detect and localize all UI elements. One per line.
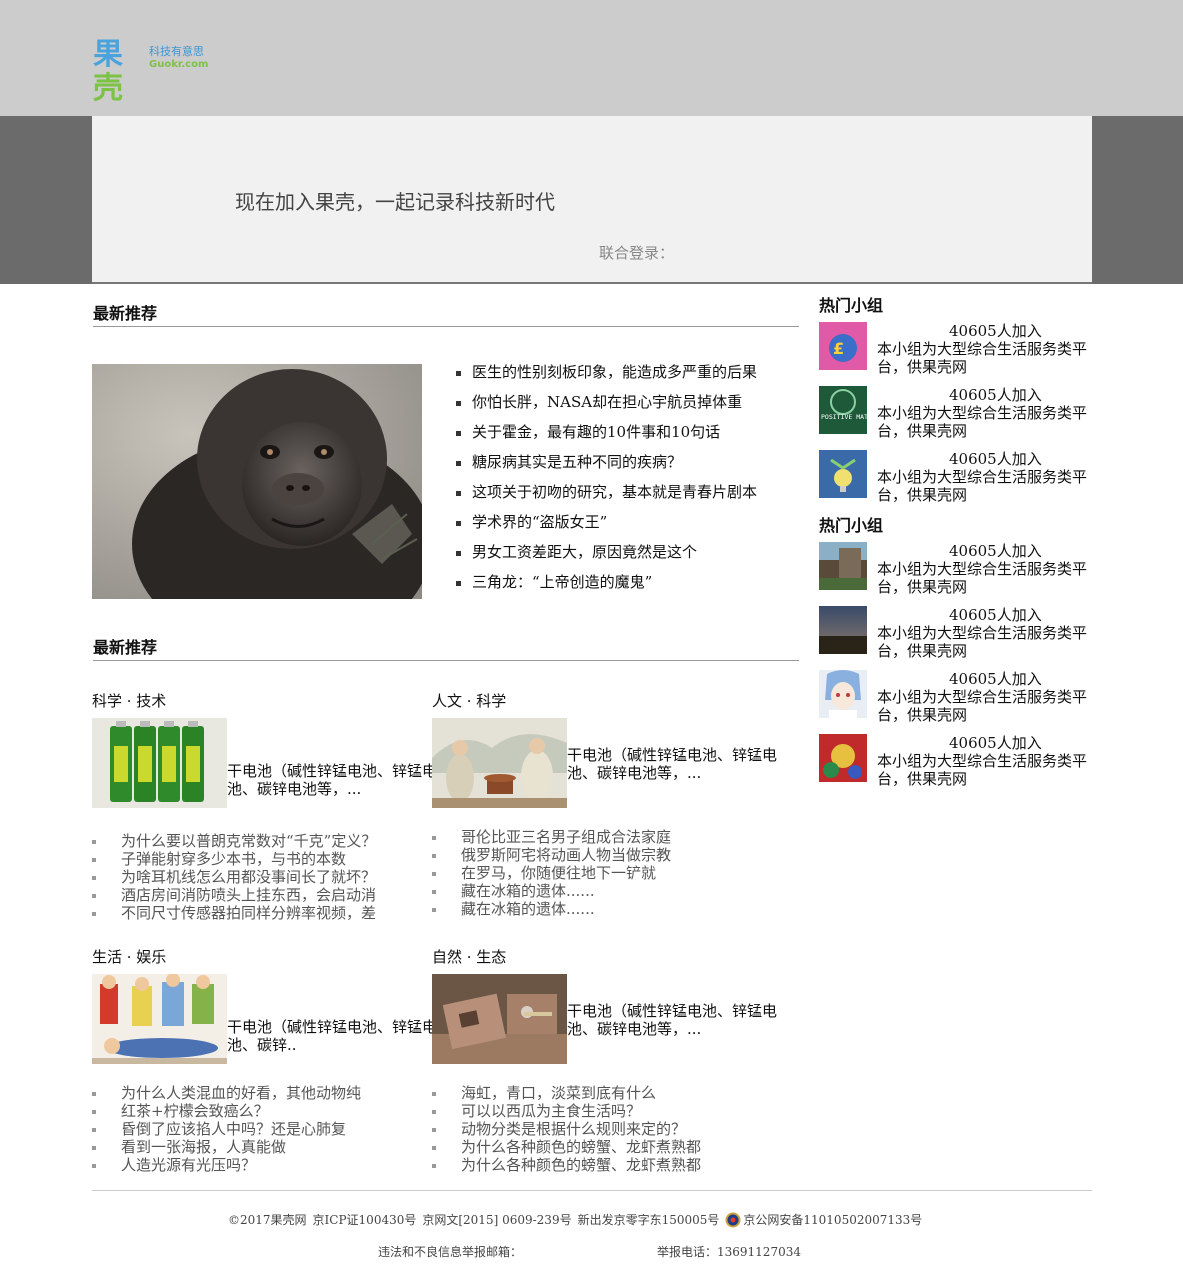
category-description[interactable]: 干电池（碱性锌锰电池、锌锰电池、碳锌..	[227, 1018, 458, 1054]
group-item[interactable]: POSITIVE MATCH 40605人加入 本小组为大型综合生活服务类平台，…	[819, 386, 1089, 440]
categories-section-title: 最新推荐	[93, 638, 799, 661]
social-login-label: 联合登录：	[599, 244, 675, 262]
group-item[interactable]: 40605人加入 本小组为大型综合生活服务类平台，供果壳网	[819, 542, 1089, 596]
category-article-link[interactable]: 为啥耳机线怎么用都没事间长了就坏？	[92, 868, 422, 886]
latest-section-title: 最新推荐	[93, 304, 799, 327]
category-article-link[interactable]: 酒店房间消防喷头上挂东西，会启动消	[92, 886, 422, 904]
group-item[interactable]: 40605人加入 本小组为大型综合生活服务类平台，供果壳网	[819, 670, 1089, 724]
category-article-link[interactable]: 俄罗斯阿宅将动画人物当做宗教	[432, 846, 762, 864]
category-description[interactable]: 干电池（碱性锌锰电池、锌锰电池、碳锌电池等，...	[567, 1002, 798, 1038]
header-bar: 果壳 科技有意思 Guokr.com	[0, 0, 1183, 116]
cartoon-image[interactable]	[92, 974, 227, 1064]
group-item[interactable]: 40605人加入 本小组为大型综合生活服务类平台，供果壳网	[819, 450, 1089, 504]
category-article-link[interactable]: 哥伦比亚三名男子组成合法家庭	[432, 828, 762, 846]
group-description: 本小组为大型综合生活服务类平台，供果壳网	[877, 752, 1088, 788]
logo-slogan: 科技有意思	[149, 45, 204, 58]
group-thumbnail[interactable]	[819, 542, 867, 590]
craft-image[interactable]	[432, 974, 567, 1064]
category-description[interactable]: 干电池（碱性锌锰电池、锌锰电池、碳锌电池等，...	[227, 762, 458, 798]
logo-mark: 果壳	[93, 37, 123, 106]
category-article-list: 哥伦比亚三名男子组成合法家庭 俄罗斯阿宅将动画人物当做宗教 在罗马，你随便往地下…	[432, 828, 762, 918]
category-article-link[interactable]: 为什么各种颜色的螃蟹、龙虾煮熟都	[432, 1156, 762, 1174]
group-thumbnail[interactable]	[819, 606, 867, 654]
battery-image[interactable]	[92, 718, 227, 808]
category-article-link[interactable]: 看到一张海报，人真能做	[92, 1138, 422, 1156]
category-article-link[interactable]: 藏在冰箱的遗体......	[432, 882, 762, 900]
featured-article-link[interactable]: 医生的性别刻板印象，能造成多严重的后果	[456, 360, 757, 390]
icp-license-link[interactable]: 京ICP证100430号	[313, 1213, 417, 1227]
group-thumbnail[interactable]	[819, 734, 867, 782]
category-description[interactable]: 干电池（碱性锌锰电池、锌锰电池、碳锌电池等，...	[567, 746, 798, 782]
group-member-count: 40605人加入	[949, 606, 1042, 624]
svg-text:POSITIVE MATCH: POSITIVE MATCH	[821, 413, 867, 421]
report-phone-text: 举报电话：13691127034	[657, 1245, 801, 1259]
police-badge-icon	[725, 1212, 741, 1228]
group-description: 本小组为大型综合生活服务类平台，供果壳网	[877, 560, 1088, 596]
featured-article-link[interactable]: 你怕长胖，NASA却在担心宇航员掉体重	[456, 390, 757, 420]
group-description: 本小组为大型综合生活服务类平台，供果壳网	[877, 688, 1088, 724]
footer-divider	[92, 1190, 1092, 1191]
group-member-count: 40605人加入	[949, 670, 1042, 688]
wenwang-license-link[interactable]: 京网文[2015] 0609-239号	[422, 1213, 571, 1227]
hot-groups-title: 热门小组	[819, 516, 884, 535]
category-title[interactable]: 自然 · 生态	[432, 946, 506, 967]
category-article-link[interactable]: 动物分类是根据什么规则来定的？	[432, 1120, 762, 1138]
category-article-link[interactable]: 子弹能射穿多少本书，与书的本数	[92, 850, 422, 868]
painting-image[interactable]	[432, 718, 567, 808]
group-thumbnail[interactable]	[819, 450, 867, 498]
featured-article-link[interactable]: 关于霍金，最有趣的10件事和10句话	[456, 420, 757, 450]
category-article-list: 为什么要以普朗克常数对“千克”定义？ 子弹能射穿多少本书，与书的本数 为啥耳机线…	[92, 832, 422, 922]
category-article-list: 为什么人类混血的好看，其他动物纯 红茶+柠檬会致癌么？ 昏倒了应该掐人中吗？还是…	[92, 1084, 422, 1174]
group-item[interactable]: £ 40605人加入 本小组为大型综合生活服务类平台，供果壳网	[819, 322, 1089, 376]
category-article-link[interactable]: 人造光源有光压吗？	[92, 1156, 422, 1174]
featured-article-link[interactable]: 男女工资差距大，原因竟然是这个	[456, 540, 757, 570]
featured-article-link[interactable]: 三角龙：“上帝创造的魔鬼”	[456, 570, 757, 600]
category-title[interactable]: 人文 · 科学	[432, 690, 506, 711]
report-email-label: 违法和不良信息举报邮箱：	[378, 1245, 523, 1259]
group-description: 本小组为大型综合生活服务类平台，供果壳网	[877, 468, 1088, 504]
hot-groups-title: 热门小组	[819, 296, 884, 315]
category-title[interactable]: 生活 · 娱乐	[92, 946, 166, 967]
category-article-link[interactable]: 海虹，青口，淡菜到底有什么	[432, 1084, 762, 1102]
category-article-link[interactable]: 为什么要以普朗克常数对“千克”定义？	[92, 832, 422, 850]
police-record-link[interactable]: 京公网安备11010502007133号	[743, 1213, 922, 1227]
group-thumbnail[interactable]: £	[819, 322, 867, 370]
group-member-count: 40605人加入	[949, 542, 1042, 560]
group-member-count: 40605人加入	[949, 450, 1042, 468]
category-article-link[interactable]: 在罗马，你随便往地下一铲就	[432, 864, 762, 882]
join-banner: 现在加入果壳，一起记录科技新时代 联合登录：	[92, 116, 1092, 284]
category-title[interactable]: 科学 · 技术	[92, 690, 166, 711]
footer-legal: ©2017果壳网 京ICP证100430号 京网文[2015] 0609-239号新…	[228, 1211, 928, 1228]
publish-license-link[interactable]: 新出发京零字东150005号	[578, 1213, 720, 1227]
group-member-count: 40605人加入	[949, 386, 1042, 404]
category-article-link[interactable]: 不同尺寸传感器拍同样分辨率视频，差	[92, 904, 422, 922]
group-member-count: 40605人加入	[949, 322, 1042, 340]
featured-article-link[interactable]: 这项关于初吻的研究，基本就是青春片剧本	[456, 480, 757, 510]
group-member-count: 40605人加入	[949, 734, 1042, 752]
category-article-link[interactable]: 红茶+柠檬会致癌么？	[92, 1102, 422, 1120]
category-article-link[interactable]: 可以以西瓜为主食生活吗？	[432, 1102, 762, 1120]
group-description: 本小组为大型综合生活服务类平台，供果壳网	[877, 340, 1088, 376]
category-article-link[interactable]: 昏倒了应该掐人中吗？还是心肺复	[92, 1120, 422, 1138]
featured-article-link[interactable]: 学术界的“盗版女王”	[456, 510, 757, 540]
svg-text:£: £	[833, 339, 844, 358]
group-description: 本小组为大型综合生活服务类平台，供果壳网	[877, 624, 1088, 660]
category-article-link[interactable]: 为什么人类混血的好看，其他动物纯	[92, 1084, 422, 1102]
category-article-link[interactable]: 为什么各种颜色的螃蟹、龙虾煮熟都	[432, 1138, 762, 1156]
group-item[interactable]: 40605人加入 本小组为大型综合生活服务类平台，供果壳网	[819, 734, 1089, 788]
logo-domain: Guokr.com	[149, 59, 209, 70]
featured-article-list: 医生的性别刻板印象，能造成多严重的后果 你怕长胖，NASA却在担心宇航员掉体重 …	[456, 360, 757, 600]
group-thumbnail[interactable]	[819, 670, 867, 718]
banner-title: 现在加入果壳，一起记录科技新时代	[235, 190, 555, 214]
featured-article-link[interactable]: 糖尿病其实是五种不同的疾病？	[456, 450, 757, 480]
group-thumbnail[interactable]: POSITIVE MATCH	[819, 386, 867, 434]
copyright-text: ©2017果壳网	[228, 1213, 307, 1227]
category-article-link[interactable]: 藏在冰箱的遗体......	[432, 900, 762, 918]
category-article-list: 海虹，青口，淡菜到底有什么 可以以西瓜为主食生活吗？ 动物分类是根据什么规则来定…	[432, 1084, 762, 1174]
featured-gorilla-image[interactable]	[92, 364, 422, 599]
group-description: 本小组为大型综合生活服务类平台，供果壳网	[877, 404, 1088, 440]
group-item[interactable]: 40605人加入 本小组为大型综合生活服务类平台，供果壳网	[819, 606, 1089, 660]
